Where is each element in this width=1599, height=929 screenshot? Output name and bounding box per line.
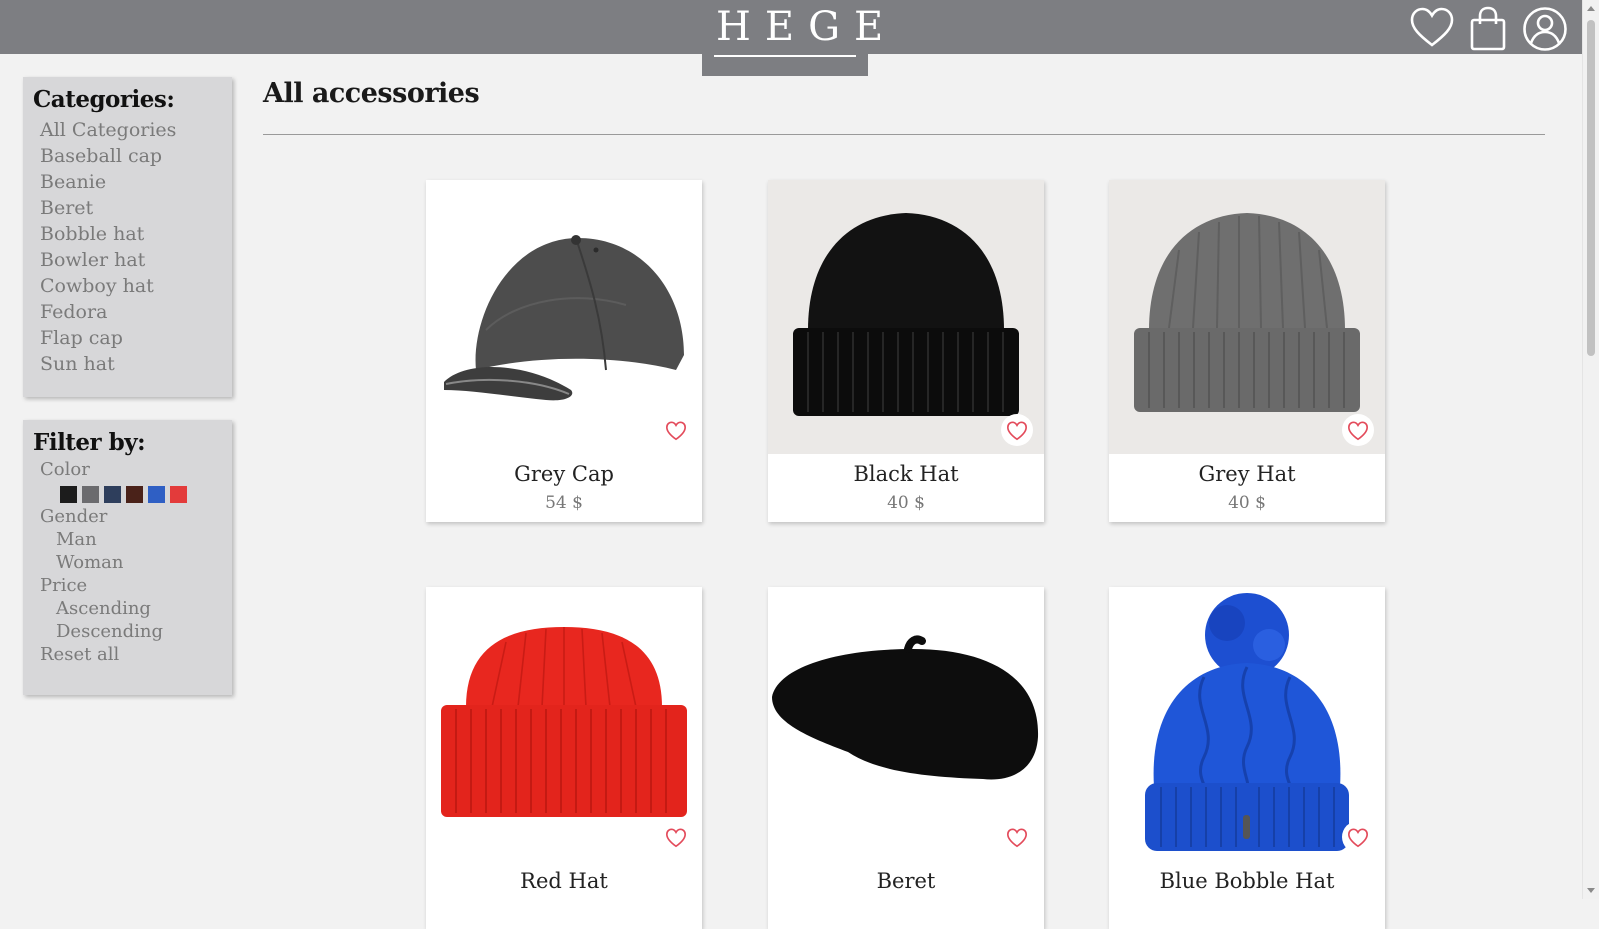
page-title: All accessories [263, 78, 480, 109]
color-swatch-grey[interactable] [82, 486, 99, 503]
red-beanie-image[interactable] [426, 587, 702, 861]
color-swatch-red[interactable] [170, 486, 187, 503]
category-bobble-hat[interactable]: Bobble hat [40, 221, 222, 247]
gender-option-man[interactable]: Man [33, 528, 222, 551]
product-card-red-hat[interactable]: Red Hat [426, 587, 702, 929]
category-flap-cap[interactable]: Flap cap [40, 325, 222, 351]
category-list: All Categories Baseball cap Beanie Beret… [33, 117, 222, 377]
product-price: 54 $ [545, 493, 583, 513]
category-baseball-cap[interactable]: Baseball cap [40, 143, 222, 169]
scroll-up-arrow-icon[interactable] [1587, 6, 1595, 11]
color-swatch-brown[interactable] [126, 486, 143, 503]
color-filter-label: Color [40, 459, 90, 480]
product-name[interactable]: Beret [768, 867, 1044, 895]
scroll-down-arrow-icon[interactable] [1587, 888, 1595, 893]
color-swatch-navy[interactable] [104, 486, 121, 503]
category-beanie[interactable]: Beanie [40, 169, 222, 195]
categories-title: Categories: [33, 86, 175, 113]
product-name[interactable]: Blue Bobble Hat [1109, 867, 1385, 895]
page-scrollbar[interactable] [1582, 0, 1599, 899]
add-to-wishlist-heart-icon[interactable] [1342, 821, 1374, 853]
price-sort-descending[interactable]: Descending [33, 620, 222, 643]
color-swatches [33, 486, 222, 503]
category-fedora[interactable]: Fedora [40, 299, 222, 325]
category-sun-hat[interactable]: Sun hat [40, 351, 222, 377]
title-divider [263, 134, 1545, 135]
add-to-wishlist-heart-icon[interactable] [1001, 414, 1033, 446]
category-beret[interactable]: Beret [40, 195, 222, 221]
filter-panel: Filter by: Color Gender Man Woman Price … [23, 420, 232, 695]
category-cowboy-hat[interactable]: Cowboy hat [40, 273, 222, 299]
product-card-grey-hat[interactable]: Grey Hat 40 $ [1109, 180, 1385, 522]
logo-tab[interactable]: HEGE [702, 0, 883, 76]
filter-title: Filter by: [33, 429, 146, 456]
color-swatch-black[interactable] [60, 486, 77, 503]
categories-panel: Categories: All Categories Baseball cap … [23, 77, 232, 397]
product-name[interactable]: Grey Hat [1109, 460, 1385, 488]
black-beret-image[interactable] [768, 587, 1044, 861]
grey-baseball-cap-image[interactable] [426, 180, 702, 454]
product-name[interactable]: Grey Cap [426, 460, 702, 488]
gender-option-woman[interactable]: Woman [33, 551, 222, 574]
product-name[interactable]: Black Hat [768, 460, 1044, 488]
user-account-icon[interactable] [1522, 6, 1568, 52]
category-all[interactable]: All Categories [40, 117, 222, 143]
gender-filter-label: Gender [40, 506, 108, 527]
blue-bobble-hat-image[interactable] [1109, 587, 1385, 861]
price-sort-ascending[interactable]: Ascending [33, 597, 222, 620]
logo-underline [714, 55, 856, 57]
wishlist-heart-icon[interactable] [1409, 6, 1455, 52]
product-card-grey-cap[interactable]: Grey Cap 54 $ [426, 180, 702, 522]
black-beanie-image[interactable] [768, 180, 1044, 454]
product-card-black-hat[interactable]: Black Hat 40 $ [768, 180, 1044, 522]
product-price: 40 $ [887, 493, 925, 513]
grey-beanie-image[interactable] [1109, 180, 1385, 454]
add-to-wishlist-heart-icon[interactable] [660, 414, 692, 446]
add-to-wishlist-heart-icon[interactable] [1001, 821, 1033, 853]
product-price: 40 $ [1228, 493, 1266, 513]
add-to-wishlist-heart-icon[interactable] [1342, 414, 1374, 446]
product-name[interactable]: Red Hat [426, 867, 702, 895]
logo[interactable]: HEGE [702, 4, 883, 50]
category-bowler-hat[interactable]: Bowler hat [40, 247, 222, 273]
price-filter-label: Price [40, 575, 88, 596]
reset-filters-link[interactable]: Reset all [33, 643, 222, 666]
scroll-thumb[interactable] [1587, 20, 1595, 356]
shopping-bag-icon[interactable] [1465, 6, 1511, 52]
color-swatch-blue[interactable] [148, 486, 165, 503]
product-card-blue-bobble-hat[interactable]: Blue Bobble Hat [1109, 587, 1385, 929]
add-to-wishlist-heart-icon[interactable] [660, 821, 692, 853]
product-card-beret[interactable]: Beret [768, 587, 1044, 929]
